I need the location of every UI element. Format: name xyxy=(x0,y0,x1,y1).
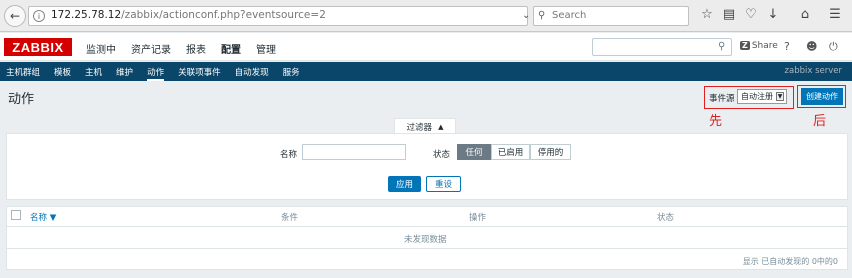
table-footer-divider xyxy=(6,248,848,249)
column-header-operations: 操作 xyxy=(469,213,487,223)
pocket-icon[interactable]: ♡ xyxy=(743,7,759,22)
menu-administration[interactable]: 管理 xyxy=(256,41,276,56)
column-header-name[interactable]: 名称 ▼ xyxy=(30,211,56,223)
column-header-conditions: 条件 xyxy=(281,213,299,223)
home-icon[interactable]: ⌂ xyxy=(797,7,813,22)
top-menu: 监测中 资产记录 报表 配置 管理 xyxy=(86,41,291,56)
user-profile-icon[interactable]: ☻ xyxy=(806,40,817,53)
url-host: 172.25.78.12 xyxy=(51,9,122,21)
annotation-box-event-source xyxy=(704,86,794,109)
annotation-first: 先 xyxy=(709,114,723,129)
column-header-status: 状态 xyxy=(657,213,675,223)
sub-menu: 主机群组 模板 主机 维护 动作 关联项事件 自动发现 服务 zabbix se… xyxy=(0,62,852,81)
browser-search-placeholder: Search xyxy=(552,10,587,21)
back-arrow-icon[interactable]: ← xyxy=(4,5,26,27)
search-icon: ⚲ xyxy=(538,10,546,21)
filter-tab-label: 过滤器 xyxy=(406,122,433,133)
share-icon: Z xyxy=(740,41,750,50)
annotation-later: 后 xyxy=(813,114,827,129)
submenu-hosts[interactable]: 主机 xyxy=(85,66,102,81)
status-option-any[interactable]: 任何 xyxy=(457,144,491,160)
address-bar[interactable]: i 172.25.78.12/zabbix/actionconf.php?eve… xyxy=(28,6,546,26)
browser-search-input[interactable]: ⚲ Search xyxy=(533,6,689,26)
submenu-event-correlation[interactable]: 关联项事件 xyxy=(178,66,221,81)
logout-icon[interactable]: ⏻ xyxy=(829,40,838,54)
reading-list-icon[interactable]: ▤ xyxy=(721,7,737,22)
hamburger-menu-icon[interactable]: ☰ xyxy=(827,7,843,22)
submenu-maintenance[interactable]: 维护 xyxy=(116,66,133,81)
submenu-host-groups[interactable]: 主机群组 xyxy=(6,66,40,81)
reset-button[interactable]: 重设 xyxy=(426,176,461,192)
share-label: Share xyxy=(751,41,778,51)
table-header-divider xyxy=(6,226,848,227)
select-all-checkbox[interactable] xyxy=(11,210,21,220)
filter-tab[interactable]: 过滤器 ▲ xyxy=(394,118,456,134)
status-option-enabled[interactable]: 已启用 xyxy=(491,144,530,160)
submenu-actions[interactable]: 动作 xyxy=(147,66,165,81)
menu-monitoring[interactable]: 监测中 xyxy=(86,41,116,56)
no-data-message: 未发现数据 xyxy=(404,235,447,245)
bookmark-star-icon[interactable]: ☆ xyxy=(699,7,715,22)
info-icon[interactable]: i xyxy=(33,10,45,22)
annotation-box-create-button xyxy=(797,85,846,108)
filter-name-input[interactable] xyxy=(302,144,406,160)
apply-button[interactable]: 应用 xyxy=(388,176,421,192)
zabbix-header: ZABBIX 监测中 资产记录 报表 配置 管理 ⚲ Z Share ? ☻ ⏻ xyxy=(0,33,852,61)
url-path: /zabbix/actionconf.php?eventsource=2 xyxy=(121,9,326,21)
submenu-templates[interactable]: 模板 xyxy=(54,66,71,81)
filter-status-label: 状态 xyxy=(433,150,451,160)
share-link[interactable]: Z Share xyxy=(740,41,778,51)
status-option-disabled[interactable]: 停用的 xyxy=(530,144,571,160)
zabbix-logo[interactable]: ZABBIX xyxy=(4,38,72,56)
help-icon[interactable]: ? xyxy=(784,40,790,53)
download-icon[interactable]: ↓ xyxy=(765,7,781,22)
url-text[interactable]: 172.25.78.12/zabbix/actionconf.php?event… xyxy=(51,9,326,21)
filter-name-label: 名称 xyxy=(280,150,298,160)
page-title: 动作 xyxy=(8,92,35,107)
menu-inventory[interactable]: 资产记录 xyxy=(131,41,171,56)
submenu-services[interactable]: 服务 xyxy=(283,66,300,81)
server-name: zabbix server xyxy=(784,66,842,76)
menu-reports[interactable]: 报表 xyxy=(186,41,206,56)
header-search-input[interactable] xyxy=(592,38,732,56)
submenu-discovery[interactable]: 自动发现 xyxy=(235,66,269,81)
browser-toolbar: ← i 172.25.78.12/zabbix/actionconf.php?e… xyxy=(0,0,852,32)
search-icon[interactable]: ⚲ xyxy=(718,41,725,52)
chevron-down-icon[interactable]: ⌄ xyxy=(522,10,530,21)
collapse-triangle-icon: ▲ xyxy=(438,122,444,131)
menu-configuration[interactable]: 配置 xyxy=(221,41,241,56)
table-footer-count: 显示 已自动发现的 0中的0 xyxy=(742,257,838,266)
